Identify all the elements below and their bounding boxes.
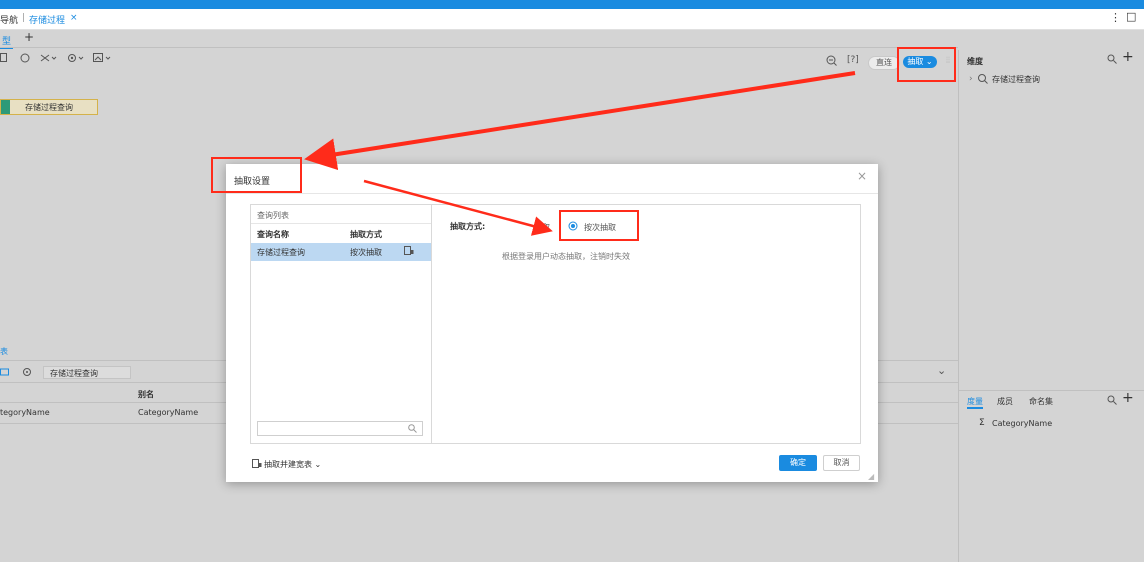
arrow-to-option	[363, 179, 553, 236]
annotation-arrows	[304, 71, 856, 236]
arrow-to-dialog	[304, 71, 856, 171]
